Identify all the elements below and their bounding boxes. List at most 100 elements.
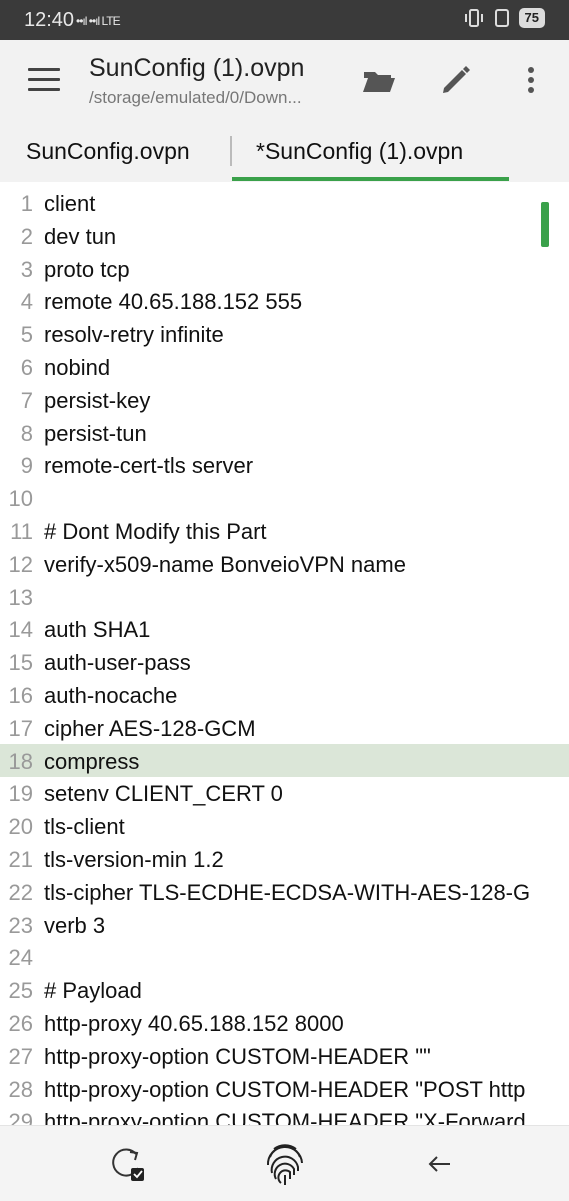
rotate-screen-icon[interactable] xyxy=(106,1142,150,1186)
battery-indicator: 75 xyxy=(518,8,545,28)
tab-divider xyxy=(230,136,232,166)
tab-sunconfig[interactable]: SunConfig.ovpn xyxy=(26,138,190,165)
screenshot-icon xyxy=(494,9,509,27)
code-line[interactable]: 15 auth-user-pass xyxy=(0,645,569,678)
code-line[interactable]: 23 verb 3 xyxy=(0,908,569,941)
line-text[interactable]: tls-cipher TLS-ECDHE-ECDSA-WITH-AES-128-… xyxy=(44,880,530,906)
line-number: 22 xyxy=(8,879,33,905)
line-text[interactable]: resolv-retry infinite xyxy=(44,322,224,348)
line-number: 12 xyxy=(8,551,33,577)
code-editor[interactable]: 29 http-proxy-option CUSTOM-HEADER "X-For… xyxy=(0,182,569,1125)
line-number: 15 xyxy=(8,650,33,676)
line-text[interactable]: setenv CLIENT_CERT 0 xyxy=(44,781,283,807)
code-line[interactable]: 8 persist-tun xyxy=(0,416,569,449)
line-number: 16 xyxy=(8,683,33,708)
code-line[interactable]: 29 http-proxy-option CUSTOM-HEADER "X-For… xyxy=(0,1104,569,1125)
code-line[interactable]: 7 persist-key xyxy=(0,383,569,416)
code-line[interactable]: 5 resolv-retry infinite xyxy=(0,317,569,350)
line-number: 29 xyxy=(8,1109,33,1125)
line-number: 4 xyxy=(20,289,33,315)
code-line[interactable]: 25 # Payload xyxy=(0,973,569,1006)
file-path: /storage/emulated/0/Down... xyxy=(89,88,302,107)
line-text[interactable]: cipher AES-128-GCM xyxy=(44,716,256,742)
line-text[interactable]: http-proxy-option CUSTOM-HEADER "POST ht… xyxy=(44,1077,525,1103)
line-number: 17 xyxy=(8,715,33,741)
line-number: 23 xyxy=(8,912,33,938)
line-number: 10 xyxy=(8,486,33,512)
code-line[interactable]: 28 http-proxy-option CUSTOM-HEADER "POST … xyxy=(0,1072,569,1105)
line-number: 28 xyxy=(8,1076,33,1102)
line-text[interactable]: remote 40.65.188.152 555 xyxy=(44,289,302,315)
line-text[interactable]: auth-user-pass xyxy=(44,650,191,676)
line-text[interactable]: auth-nocache xyxy=(44,683,177,709)
vibrate-icon xyxy=(464,9,483,27)
code-line[interactable]: 3 proto tcp xyxy=(0,252,569,285)
code-line[interactable]: 17 cipher AES-128-GCM xyxy=(0,711,569,744)
line-number: 3 xyxy=(20,256,33,282)
line-text[interactable]: persist-key xyxy=(44,388,150,414)
line-text[interactable]: auth SHA1 xyxy=(44,617,150,643)
line-number: 25 xyxy=(8,978,33,1004)
line-text[interactable]: dev tun xyxy=(44,224,116,250)
code-line[interactable]: 12 verify-x509-name BonveioVPN name xyxy=(0,547,569,580)
active-tab-indicator xyxy=(232,177,509,181)
signal-icon: ••ıl ••ıl LTE xyxy=(76,14,121,28)
line-number: 26 xyxy=(8,1011,33,1036)
line-text[interactable]: verify-x509-name BonveioVPN name xyxy=(44,552,406,578)
line-number: 21 xyxy=(8,847,33,872)
line-text[interactable]: nobind xyxy=(44,355,110,381)
line-text[interactable]: # Payload xyxy=(44,978,142,1004)
system-nav-bar xyxy=(0,1125,569,1201)
line-text[interactable]: remote-cert-tls server xyxy=(44,453,253,479)
line-number: 13 xyxy=(8,584,33,610)
line-text[interactable]: tls-version-min 1.2 xyxy=(44,847,224,873)
line-number: 27 xyxy=(8,1043,33,1069)
editor-scrollbar-thumb[interactable] xyxy=(541,202,549,247)
code-line[interactable]: 6 nobind xyxy=(0,350,569,383)
folder-open-icon[interactable] xyxy=(361,62,397,98)
back-arrow-icon[interactable] xyxy=(418,1142,462,1186)
more-vert-icon[interactable] xyxy=(513,62,549,98)
line-text[interactable]: # Dont Modify this Part xyxy=(44,519,267,545)
line-number: 24 xyxy=(8,945,33,971)
code-line[interactable]: 13 xyxy=(0,580,569,613)
edit-pencil-icon[interactable] xyxy=(438,62,474,98)
line-text[interactable]: http-proxy 40.65.188.152 8000 xyxy=(44,1011,344,1037)
line-text[interactable]: http-proxy-option CUSTOM-HEADER "X-Forwa… xyxy=(44,1109,526,1125)
line-text[interactable]: client xyxy=(44,191,95,217)
code-line[interactable]: 16 auth-nocache xyxy=(0,678,569,711)
status-right: 75 xyxy=(463,8,545,28)
code-line[interactable]: 10 xyxy=(0,481,569,514)
code-line[interactable]: 24 xyxy=(0,940,569,973)
line-number: 9 xyxy=(20,453,33,479)
line-text[interactable]: http-proxy-option CUSTOM-HEADER "" xyxy=(44,1044,431,1070)
menu-icon[interactable] xyxy=(28,68,60,92)
code-line[interactable]: 4 remote 40.65.188.152 555 xyxy=(0,284,569,317)
code-line[interactable]: 1 client xyxy=(0,186,569,219)
code-line[interactable]: 19 setenv CLIENT_CERT 0 xyxy=(0,776,569,809)
code-line[interactable]: 18 compress xyxy=(0,743,569,777)
line-text[interactable]: proto tcp xyxy=(44,257,130,283)
line-number: 6 xyxy=(20,355,33,380)
line-number: 11 xyxy=(10,519,33,544)
line-number: 7 xyxy=(20,387,33,413)
line-text[interactable]: compress xyxy=(44,749,139,775)
tab-sunconfig-1-active[interactable]: *SunConfig (1).ovpn xyxy=(256,138,463,165)
code-line[interactable]: 27 http-proxy-option CUSTOM-HEADER "" xyxy=(0,1039,569,1072)
app-bar: SunConfig (1).ovpn /storage/emulated/0/D… xyxy=(0,40,569,120)
code-line[interactable]: 26 http-proxy 40.65.188.152 8000 xyxy=(0,1006,569,1039)
line-text[interactable]: tls-client xyxy=(44,814,125,840)
code-line[interactable]: 9 remote-cert-tls server xyxy=(0,448,569,481)
code-line[interactable]: 11 # Dont Modify this Part xyxy=(0,514,569,547)
code-line[interactable]: 21 tls-version-min 1.2 xyxy=(0,842,569,875)
status-time: 12:40 xyxy=(24,9,75,31)
code-line[interactable]: 14 auth SHA1 xyxy=(0,612,569,645)
line-text[interactable]: persist-tun xyxy=(44,421,147,447)
line-number: 19 xyxy=(8,781,33,807)
fingerprint-icon[interactable] xyxy=(260,1139,310,1189)
code-line[interactable]: 22 tls-cipher TLS-ECDHE-ECDSA-WITH-AES-12… xyxy=(0,875,569,908)
line-text[interactable]: verb 3 xyxy=(44,913,105,939)
line-number: 2 xyxy=(20,223,33,249)
code-line[interactable]: 20 tls-client xyxy=(0,809,569,842)
code-line[interactable]: 2 dev tun xyxy=(0,219,569,252)
